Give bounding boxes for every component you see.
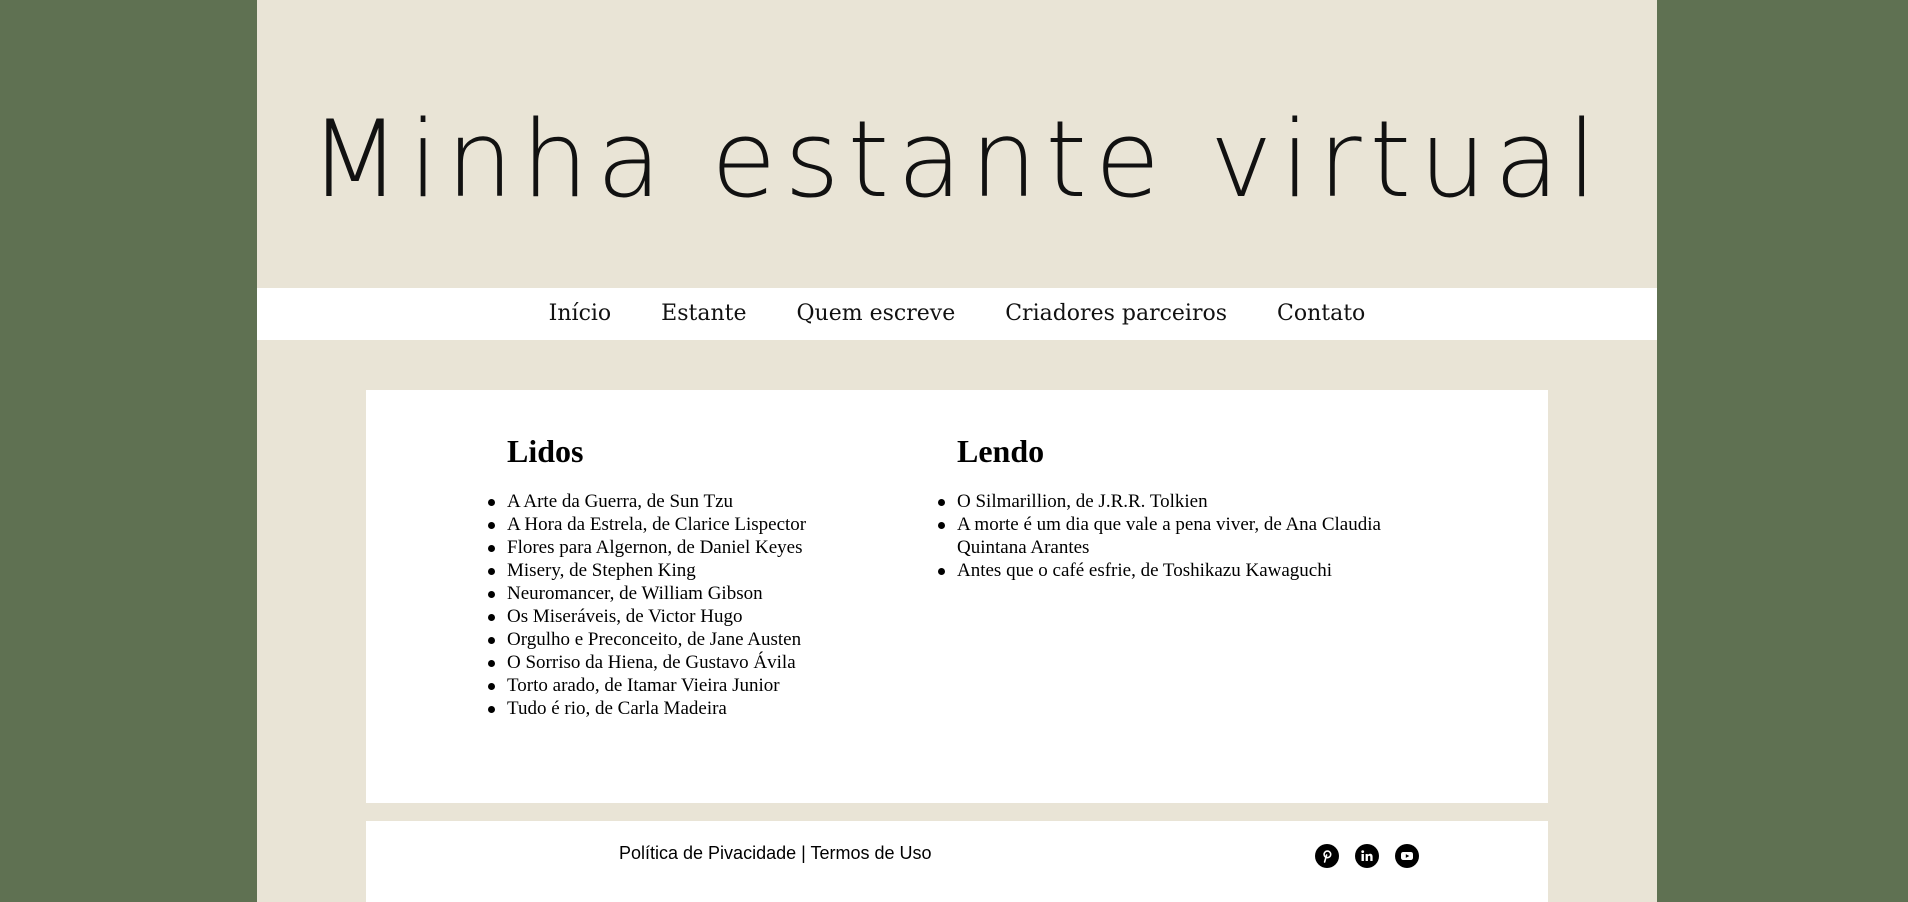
nav-item-contato[interactable]: Contato — [1277, 288, 1365, 340]
social-links — [1315, 844, 1419, 868]
list-item: Flores para Algernon, de Daniel Keyes — [488, 536, 907, 559]
terms-of-use-link[interactable]: Termos de Uso — [810, 843, 931, 863]
pinterest-icon[interactable] — [1315, 844, 1339, 868]
list-item: Torto arado, de Itamar Vieira Junior — [488, 674, 907, 697]
main-navigation: Início Estante Quem escreve Criadores pa… — [257, 288, 1657, 340]
site-title: Minha estante virtual — [309, 98, 1605, 221]
nav-item-criadores-parceiros[interactable]: Criadores parceiros — [1005, 288, 1227, 340]
list-item: O Silmarillion, de J.R.R. Tolkien — [938, 490, 1427, 513]
site-header: Minha estante virtual — [257, 0, 1657, 288]
list-item: Os Miseráveis, de Victor Hugo — [488, 605, 907, 628]
list-item: Misery, de Stephen King — [488, 559, 907, 582]
list-item: Neuromancer, de William Gibson — [488, 582, 907, 605]
reading-books-heading: Lendo — [957, 433, 1045, 469]
nav-list: Início Estante Quem escreve Criadores pa… — [257, 288, 1657, 340]
nav-item-estante[interactable]: Estante — [661, 288, 746, 340]
list-item: A Hora da Estrela, de Clarice Lispector — [488, 513, 907, 536]
linkedin-icon[interactable] — [1355, 844, 1379, 868]
list-item: Antes que o café esfrie, de Toshikazu Ka… — [938, 559, 1427, 582]
reading-books-list: O Silmarillion, de J.R.R. Tolkien A mort… — [938, 490, 1427, 582]
page-container: Minha estante virtual Início Estante Que… — [257, 0, 1657, 902]
read-books-heading: Lidos — [507, 433, 584, 469]
reading-books-column: Lendo O Silmarillion, de J.R.R. Tolkien … — [938, 430, 1427, 582]
list-item: Orgulho e Preconceito, de Jane Austen — [488, 628, 907, 651]
nav-item-quem-escreve[interactable]: Quem escreve — [797, 288, 956, 340]
footer-separator: | — [796, 843, 811, 863]
list-item: O Sorriso da Hiena, de Gustavo Ávila — [488, 651, 907, 674]
read-books-column: Lidos A Arte da Guerra, de Sun Tzu A Hor… — [488, 430, 907, 720]
read-books-list: A Arte da Guerra, de Sun Tzu A Hora da E… — [488, 490, 907, 720]
bookshelf-card: Lidos A Arte da Guerra, de Sun Tzu A Hor… — [366, 390, 1548, 803]
privacy-policy-link[interactable]: Política de Pivacidade — [619, 843, 796, 863]
list-item: A morte é um dia que vale a pena viver, … — [938, 513, 1427, 559]
list-item: Tudo é rio, de Carla Madeira — [488, 697, 907, 720]
youtube-icon[interactable] — [1395, 844, 1419, 868]
list-item: A Arte da Guerra, de Sun Tzu — [488, 490, 907, 513]
site-footer: Política de Pivacidade | Termos de Uso — [366, 821, 1548, 902]
footer-links: Política de Pivacidade | Termos de Uso — [619, 841, 932, 865]
nav-item-inicio[interactable]: Início — [549, 288, 612, 340]
